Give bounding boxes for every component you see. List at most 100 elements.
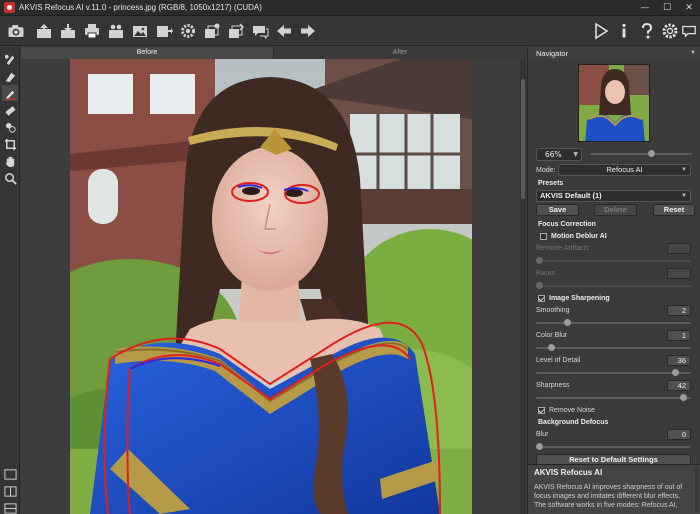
blur-row: Blur 0 [528, 428, 700, 441]
zoom-slider[interactable] [590, 150, 692, 157]
settings-section: Mode: Refocus AI ▼ Presets AKVIS Default… [528, 163, 700, 468]
remove-artifacts-knob[interactable] [536, 257, 543, 264]
chevron-down-icon: ▼ [681, 193, 687, 199]
image-sharpening-row[interactable]: Image Sharpening [528, 292, 700, 304]
remove-noise-checkbox[interactable] [538, 406, 545, 414]
hand-icon[interactable] [2, 153, 18, 169]
info-icon[interactable] [614, 21, 634, 41]
blur-slider[interactable] [536, 443, 691, 450]
minimize-button[interactable]: — [634, 0, 656, 16]
settings-gear-icon[interactable] [178, 21, 198, 41]
photo-preview[interactable] [70, 59, 472, 514]
undo-icon[interactable] [274, 21, 294, 41]
scrollbar-thumb[interactable] [521, 79, 525, 199]
image-canvas: Before After [21, 47, 526, 514]
preset-buttons-row: Save Delete Reset [528, 203, 700, 218]
mode-value: Refocus AI [606, 165, 643, 174]
remove-noise-row[interactable]: Remove Noise [528, 404, 700, 416]
preset-dropdown[interactable]: AKVIS Default (1) ▼ [536, 190, 691, 202]
image-icon[interactable] [130, 21, 150, 41]
export-icon[interactable] [154, 21, 174, 41]
focus-brush-icon[interactable] [2, 51, 18, 67]
motion-deblur-row[interactable]: Motion Deblur AI [528, 230, 700, 242]
view-tabs: Before After [21, 47, 526, 59]
sharpness-value[interactable]: 42 [667, 380, 691, 391]
level-of-detail-row: Level of Detail 36 [528, 354, 700, 367]
remove-artifacts-value[interactable] [667, 243, 691, 254]
open-file-icon[interactable] [34, 21, 54, 41]
messages-icon[interactable] [250, 21, 270, 41]
canvas-scrollbar[interactable] [520, 59, 526, 514]
info-scrollbar[interactable] [695, 468, 699, 512]
split-view-icon[interactable] [2, 483, 18, 499]
zoom-controls: 66% ▼ [528, 146, 700, 163]
save-file-icon[interactable] [58, 21, 78, 41]
focus-value[interactable] [667, 268, 691, 279]
level-of-detail-value[interactable]: 36 [667, 355, 691, 366]
info-panel: AKVIS Refocus AI AKVIS Refocus AI improv… [528, 464, 700, 514]
camera-icon[interactable] [4, 21, 28, 41]
hand-pen-icon[interactable] [2, 85, 18, 101]
sampler-icon[interactable] [2, 119, 18, 135]
title-bar: AKVIS Refocus AI v.11.0 - princess.jpg (… [0, 0, 700, 16]
info-text-line-1: AKVIS Refocus AI improves sharpness of o… [534, 484, 683, 491]
sharpness-slider[interactable] [536, 394, 691, 401]
compare-view-icon[interactable] [2, 500, 18, 514]
color-blur-value[interactable]: 1 [667, 330, 691, 341]
tab-after[interactable]: After [274, 47, 526, 59]
remove-artifacts-row: Remove Artifacts [528, 242, 700, 255]
crop-icon[interactable] [2, 136, 18, 152]
navigator-thumbnail[interactable] [578, 63, 650, 142]
remove-artifacts-slider[interactable] [536, 257, 691, 264]
background-defocus-heading: Background Defocus [528, 416, 700, 428]
sharpness-knob[interactable] [679, 394, 687, 401]
print-icon[interactable] [82, 21, 102, 41]
window-title: AKVIS Refocus AI v.11.0 - princess.jpg (… [19, 3, 262, 12]
focus-knob[interactable] [536, 282, 543, 289]
zoom-select[interactable]: 66% ▼ [536, 148, 582, 161]
help-icon[interactable] [637, 21, 657, 41]
color-blur-slider[interactable] [536, 344, 691, 351]
remove-artifacts-slider-row [528, 255, 700, 267]
eraser-icon[interactable] [2, 68, 18, 84]
erase-icon[interactable] [2, 102, 18, 118]
save-preset-button[interactable]: Save [536, 204, 579, 216]
motion-deblur-checkbox[interactable] [540, 232, 547, 240]
smoothing-slider-row [528, 317, 700, 329]
maximize-button[interactable]: ☐ [656, 0, 678, 16]
color-blur-label: Color Blur [536, 332, 568, 339]
remove-noise-label: Remove Noise [549, 406, 595, 414]
redo-icon[interactable] [298, 21, 318, 41]
chat-icon[interactable] [681, 21, 697, 41]
smoothing-value[interactable]: 2 [667, 305, 691, 316]
mode-dropdown[interactable]: Refocus AI ▼ [558, 164, 691, 176]
zoom-slider-knob[interactable] [647, 150, 655, 157]
image-sharpening-checkbox[interactable] [538, 294, 545, 302]
panel-collapse-icon[interactable]: ▼ [690, 50, 696, 56]
close-button[interactable]: ✕ [678, 0, 700, 16]
sharpness-row: Sharpness 42 [528, 379, 700, 392]
color-blur-knob[interactable] [548, 344, 555, 351]
smoothing-slider[interactable] [536, 319, 691, 326]
zoom-icon[interactable] [2, 170, 18, 186]
blur-slider-row [528, 441, 700, 453]
level-of-detail-knob[interactable] [672, 369, 679, 376]
navigator-title: Navigator [536, 48, 569, 58]
info-title: AKVIS Refocus AI [534, 468, 603, 477]
info-text-line-3: The software works in five modes: Refocu… [534, 502, 678, 509]
delete-preset-button[interactable]: Delete [594, 204, 637, 216]
batch-icon[interactable] [202, 21, 222, 41]
tab-before[interactable]: Before [21, 47, 274, 59]
single-view-icon[interactable] [2, 466, 18, 482]
run-icon[interactable] [591, 21, 611, 41]
focus-slider-row [528, 280, 700, 292]
batch-2-icon[interactable] [226, 21, 246, 41]
blur-knob[interactable] [536, 443, 543, 450]
smoothing-knob[interactable] [563, 319, 571, 326]
blur-value[interactable]: 0 [667, 429, 691, 440]
level-of-detail-slider[interactable] [536, 369, 691, 376]
focus-slider[interactable] [536, 282, 691, 289]
preferences-icon[interactable] [660, 21, 680, 41]
share-icon[interactable] [106, 21, 126, 41]
reset-preset-button[interactable]: Reset [653, 204, 695, 216]
